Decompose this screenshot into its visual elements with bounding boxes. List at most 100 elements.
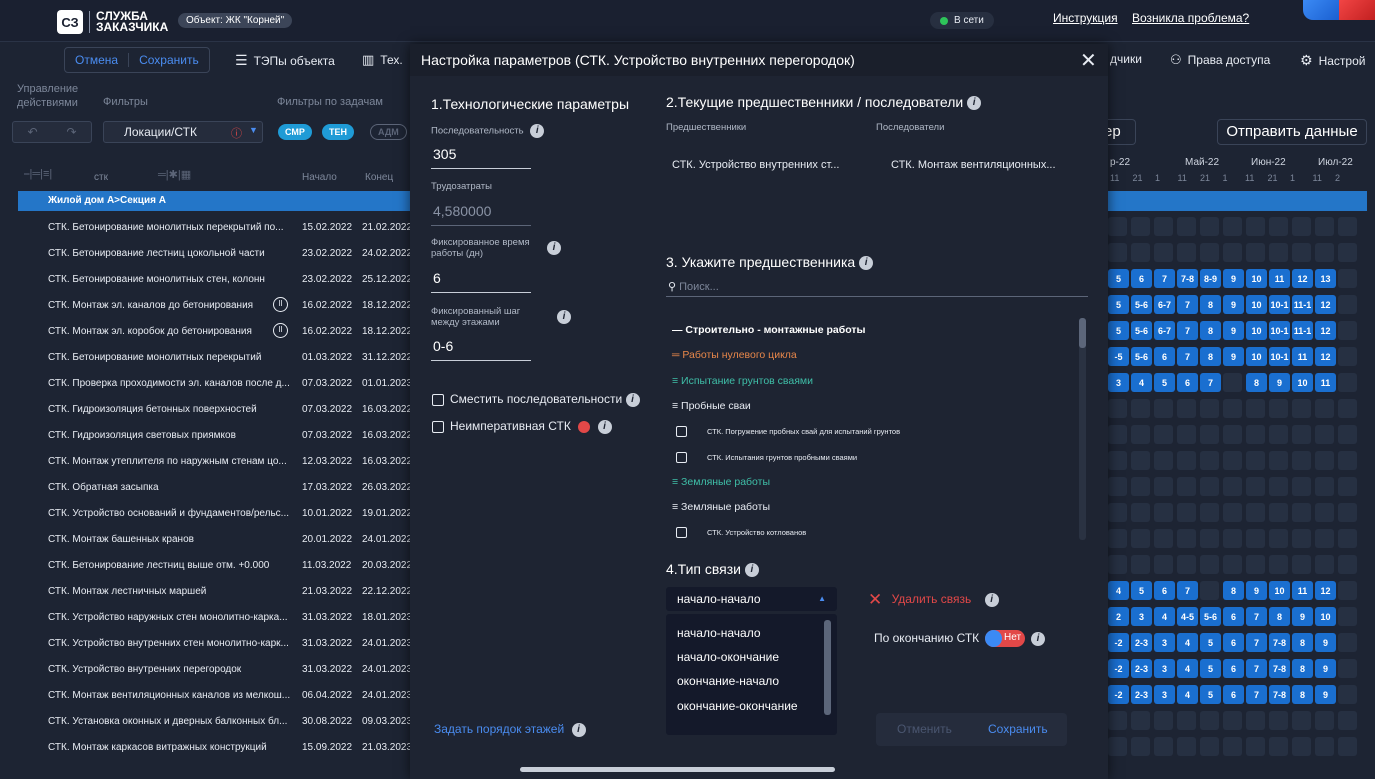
gantt-cell-active[interactable]: 10 bbox=[1246, 295, 1267, 314]
gantt-cell-active[interactable]: 7-8 bbox=[1177, 269, 1198, 288]
gantt-cell-active[interactable]: 11-1 bbox=[1292, 321, 1313, 340]
gantt-cell-active[interactable]: 10 bbox=[1246, 321, 1267, 340]
gantt-cell-active[interactable]: 8 bbox=[1223, 581, 1244, 600]
tree-item[interactable]: ≡ Земляные работы bbox=[672, 501, 770, 513]
table-row[interactable]: СТК. Бетонирование монолитных перекрытий… bbox=[18, 344, 412, 370]
table-row[interactable]: СТК. Устройство внутренних стен монолитн… bbox=[18, 630, 412, 656]
options-scrollbar[interactable] bbox=[824, 620, 831, 715]
gantt-cell-active[interactable]: 5-6 bbox=[1200, 607, 1221, 626]
gantt-cell[interactable] bbox=[1200, 737, 1219, 756]
gantt-cell[interactable] bbox=[1200, 217, 1219, 236]
gantt-cell[interactable] bbox=[1338, 477, 1357, 496]
gantt-cell-active[interactable]: 8 bbox=[1200, 321, 1221, 340]
gantt-cell[interactable] bbox=[1246, 529, 1265, 548]
gantt-cell-active[interactable]: 9 bbox=[1292, 607, 1313, 626]
tree-scrollbar[interactable] bbox=[1079, 318, 1086, 540]
redo-icon[interactable]: ↷ bbox=[66, 125, 76, 139]
gantt-cell-active[interactable]: 12 bbox=[1315, 321, 1336, 340]
gantt-cell-active[interactable]: 5 bbox=[1108, 321, 1129, 340]
gantt-cell[interactable] bbox=[1131, 217, 1150, 236]
gantt-cell-active[interactable]: 3 bbox=[1154, 659, 1175, 678]
gantt-cell[interactable] bbox=[1108, 451, 1127, 470]
gantt-cell-active[interactable]: 6 bbox=[1131, 269, 1152, 288]
tree-item[interactable]: ≡ Земляные работы bbox=[672, 476, 770, 488]
gantt-cell[interactable] bbox=[1269, 425, 1288, 444]
gantt-cell[interactable] bbox=[1315, 399, 1334, 418]
table-row[interactable]: СТК. Гидроизоляция световых приямков 07.0… bbox=[18, 422, 412, 448]
gantt-cell-active[interactable]: 8 bbox=[1292, 633, 1313, 652]
gantt-cell-active[interactable]: 8-9 bbox=[1200, 269, 1221, 288]
table-row[interactable]: СТК. Монтаж вентиляционных каналов из ме… bbox=[18, 682, 412, 708]
gantt-cell-active[interactable]: 9 bbox=[1223, 347, 1244, 366]
gantt-cell[interactable] bbox=[1338, 529, 1357, 548]
gantt-cell[interactable] bbox=[1223, 451, 1242, 470]
gantt-cell-active[interactable]: 7 bbox=[1246, 633, 1267, 652]
tree-checkbox[interactable] bbox=[676, 527, 687, 539]
gantt-cell-active[interactable]: 2-3 bbox=[1131, 659, 1152, 678]
gantt-cell-active[interactable]: 10-1 bbox=[1269, 347, 1290, 366]
gantt-cell[interactable] bbox=[1200, 425, 1219, 444]
gantt-cell[interactable] bbox=[1223, 503, 1242, 522]
gantt-cell[interactable] bbox=[1200, 555, 1219, 574]
gantt-cell[interactable] bbox=[1131, 399, 1150, 418]
location-select[interactable]: Локации/СТК ⓘ ▼ bbox=[103, 121, 263, 143]
cancel-top-button[interactable]: Отмена bbox=[65, 53, 128, 67]
table-row[interactable]: СТК. Обратная засыпка 17.03.2022 26.03.202… bbox=[18, 474, 412, 500]
gantt-cell[interactable] bbox=[1292, 737, 1311, 756]
gantt-cell-active[interactable]: 7 bbox=[1246, 685, 1267, 704]
gantt-cell[interactable] bbox=[1154, 555, 1173, 574]
gantt-cell[interactable] bbox=[1338, 347, 1357, 366]
gantt-cell[interactable] bbox=[1154, 399, 1173, 418]
table-row[interactable]: СТК. Монтаж башенных кранов 20.01.2022 24.… bbox=[18, 526, 412, 552]
gantt-cell[interactable] bbox=[1223, 217, 1242, 236]
gantt-cell[interactable] bbox=[1131, 425, 1150, 444]
gantt-cell-active[interactable]: 7 bbox=[1177, 581, 1198, 600]
gantt-cell-active[interactable]: 7 bbox=[1200, 373, 1221, 392]
gantt-cell-active[interactable]: 9 bbox=[1246, 581, 1267, 600]
table-row[interactable]: СТК. Установка оконных и дверных балконн… bbox=[18, 708, 412, 734]
gantt-cell-active[interactable]: 11 bbox=[1292, 581, 1313, 600]
gantt-cell-active[interactable]: 2-3 bbox=[1131, 685, 1152, 704]
gantt-cell[interactable] bbox=[1338, 217, 1357, 236]
gantt-cell-active[interactable]: 10 bbox=[1292, 373, 1313, 392]
gantt-cell[interactable] bbox=[1131, 529, 1150, 548]
info-icon[interactable]: i bbox=[984, 593, 999, 607]
gantt-cell-active[interactable]: 4 bbox=[1177, 633, 1198, 652]
modal-cancel-button[interactable]: Отменить bbox=[897, 722, 952, 736]
gantt-cell[interactable] bbox=[1292, 555, 1311, 574]
gantt-cell[interactable] bbox=[1315, 503, 1334, 522]
gantt-cell[interactable] bbox=[1200, 477, 1219, 496]
gantt-cell-active[interactable]: 6 bbox=[1223, 685, 1244, 704]
gantt-cell-active[interactable]: 7 bbox=[1177, 321, 1198, 340]
info-icon[interactable]: i bbox=[557, 310, 571, 324]
gantt-cell-active[interactable]: 5 bbox=[1131, 581, 1152, 600]
gantt-cell[interactable] bbox=[1246, 217, 1265, 236]
gantt-cell[interactable] bbox=[1338, 555, 1357, 574]
gantt-cell-active[interactable]: 8 bbox=[1292, 685, 1313, 704]
gantt-cell-active[interactable]: 7 bbox=[1177, 347, 1198, 366]
gantt-cell-active[interactable]: 6-7 bbox=[1154, 321, 1175, 340]
tree-scroll-thumb[interactable] bbox=[1079, 318, 1086, 348]
gantt-cell[interactable] bbox=[1246, 399, 1265, 418]
gantt-cell[interactable] bbox=[1338, 451, 1357, 470]
gantt-cell[interactable] bbox=[1292, 529, 1311, 548]
table-row[interactable]: СТК. Бетонирование монолитных перекрытий… bbox=[18, 214, 412, 240]
gantt-cell-active[interactable]: 6 bbox=[1154, 581, 1175, 600]
gantt-cell[interactable] bbox=[1315, 555, 1334, 574]
gantt-cell[interactable] bbox=[1315, 243, 1334, 262]
gantt-cell[interactable] bbox=[1154, 425, 1173, 444]
gantt-cell[interactable] bbox=[1269, 737, 1288, 756]
gantt-cell[interactable] bbox=[1108, 399, 1127, 418]
gantt-cell[interactable] bbox=[1269, 503, 1288, 522]
search-field[interactable]: ⚲ Поиск... bbox=[668, 280, 719, 293]
gantt-cell[interactable] bbox=[1223, 529, 1242, 548]
object-badge[interactable]: Объект: ЖК "Корней" bbox=[178, 13, 293, 28]
gantt-cell[interactable] bbox=[1108, 425, 1127, 444]
view-controls[interactable]: ⎯|═|≡| bbox=[24, 168, 52, 181]
gantt-cell-active[interactable]: 9 bbox=[1315, 659, 1336, 678]
gantt-cell-active[interactable]: 7-8 bbox=[1269, 659, 1290, 678]
gantt-cell-active[interactable]: 5 bbox=[1200, 685, 1221, 704]
gantt-cell[interactable] bbox=[1246, 737, 1265, 756]
send-data-button[interactable]: Отправить данные bbox=[1217, 119, 1367, 145]
gantt-cell[interactable] bbox=[1177, 425, 1196, 444]
